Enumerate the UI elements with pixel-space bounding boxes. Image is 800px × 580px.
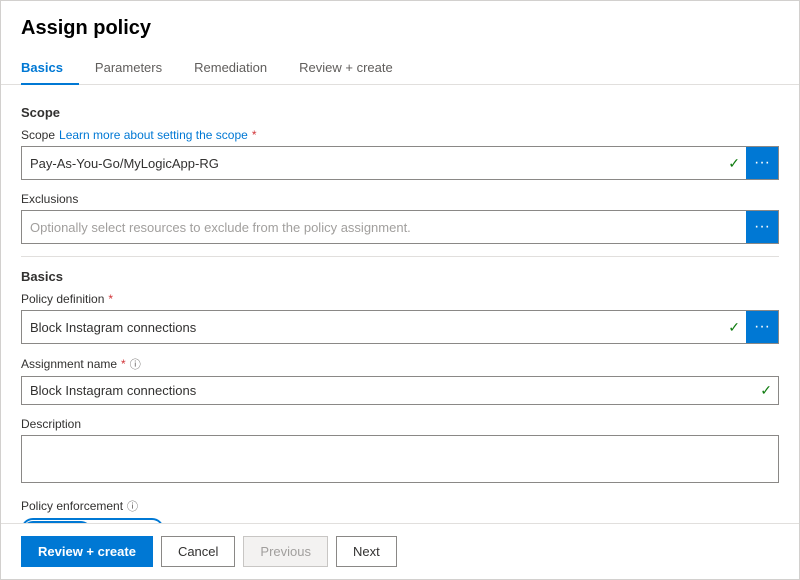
scope-section-label: Scope — [21, 105, 779, 120]
page-title: Assign policy — [21, 17, 779, 40]
exclusions-label-text: Exclusions — [21, 192, 78, 206]
assignment-name-label: Assignment name * ⓘ — [21, 356, 779, 372]
assignment-name-input-row: ✓ — [21, 376, 779, 405]
description-label: Description — [21, 417, 779, 431]
review-create-button[interactable]: Review + create — [21, 536, 153, 567]
description-label-text: Description — [21, 417, 81, 431]
assignment-name-label-text: Assignment name — [21, 357, 117, 371]
scope-check-icon: ✓ — [722, 155, 746, 172]
tab-bar: Basics Parameters Remediation Review + c… — [21, 52, 779, 84]
footer-bar: Review + create Cancel Previous Next — [1, 523, 799, 579]
tab-review-create[interactable]: Review + create — [283, 52, 409, 85]
tab-basics[interactable]: Basics — [21, 52, 79, 85]
assignment-name-check-icon: ✓ — [754, 382, 778, 399]
exclusions-field-label: Exclusions — [21, 192, 779, 206]
scope-browse-button[interactable]: ··· — [746, 147, 778, 179]
assignment-name-info-icon: ⓘ — [130, 356, 141, 372]
policy-definition-required: * — [108, 292, 113, 306]
scope-input[interactable] — [22, 150, 722, 177]
scope-field-label: Scope Learn more about setting the scope… — [21, 128, 779, 142]
form-content: Scope Scope Learn more about setting the… — [1, 85, 799, 523]
scope-learn-more-link[interactable]: Learn more about setting the scope — [59, 128, 248, 142]
exclusions-input-row: Optionally select resources to exclude f… — [21, 210, 779, 244]
description-input[interactable] — [21, 435, 779, 483]
policy-definition-browse-button[interactable]: ··· — [746, 311, 778, 343]
tab-parameters[interactable]: Parameters — [79, 52, 178, 85]
policy-definition-check-icon: ✓ — [722, 319, 746, 336]
policy-definition-label: Policy definition * — [21, 292, 779, 306]
policy-definition-label-text: Policy definition — [21, 292, 104, 306]
policy-enforcement-label-text: Policy enforcement — [21, 499, 123, 513]
assign-policy-page: Assign policy Basics Parameters Remediat… — [0, 0, 800, 580]
policy-enforcement-label: Policy enforcement ⓘ — [21, 498, 779, 514]
policy-enforcement-info-icon: ⓘ — [127, 498, 138, 514]
scope-required-marker: * — [252, 128, 257, 142]
assignment-name-input[interactable] — [22, 377, 754, 404]
exclusions-placeholder: Optionally select resources to exclude f… — [22, 214, 746, 241]
assignment-name-required: * — [121, 357, 126, 371]
tab-remediation[interactable]: Remediation — [178, 52, 283, 85]
previous-button: Previous — [243, 536, 328, 567]
policy-definition-input[interactable] — [22, 314, 722, 341]
exclusions-field-group: Exclusions Optionally select resources t… — [21, 192, 779, 244]
scope-field-group: Scope Learn more about setting the scope… — [21, 128, 779, 180]
next-button[interactable]: Next — [336, 536, 397, 567]
policy-enforcement-field-group: Policy enforcement ⓘ Enabled Disabled — [21, 498, 779, 523]
policy-definition-input-row: ✓ ··· — [21, 310, 779, 344]
section-divider-1 — [21, 256, 779, 257]
page-header: Assign policy Basics Parameters Remediat… — [1, 1, 799, 85]
policy-definition-field-group: Policy definition * ✓ ··· — [21, 292, 779, 344]
description-field-group: Description — [21, 417, 779, 486]
assignment-name-field-group: Assignment name * ⓘ ✓ — [21, 356, 779, 405]
scope-input-row: ✓ ··· — [21, 146, 779, 180]
exclusions-browse-button[interactable]: ··· — [746, 211, 778, 243]
scope-label-text: Scope — [21, 128, 55, 142]
basics-section-label: Basics — [21, 269, 779, 284]
cancel-button[interactable]: Cancel — [161, 536, 235, 567]
